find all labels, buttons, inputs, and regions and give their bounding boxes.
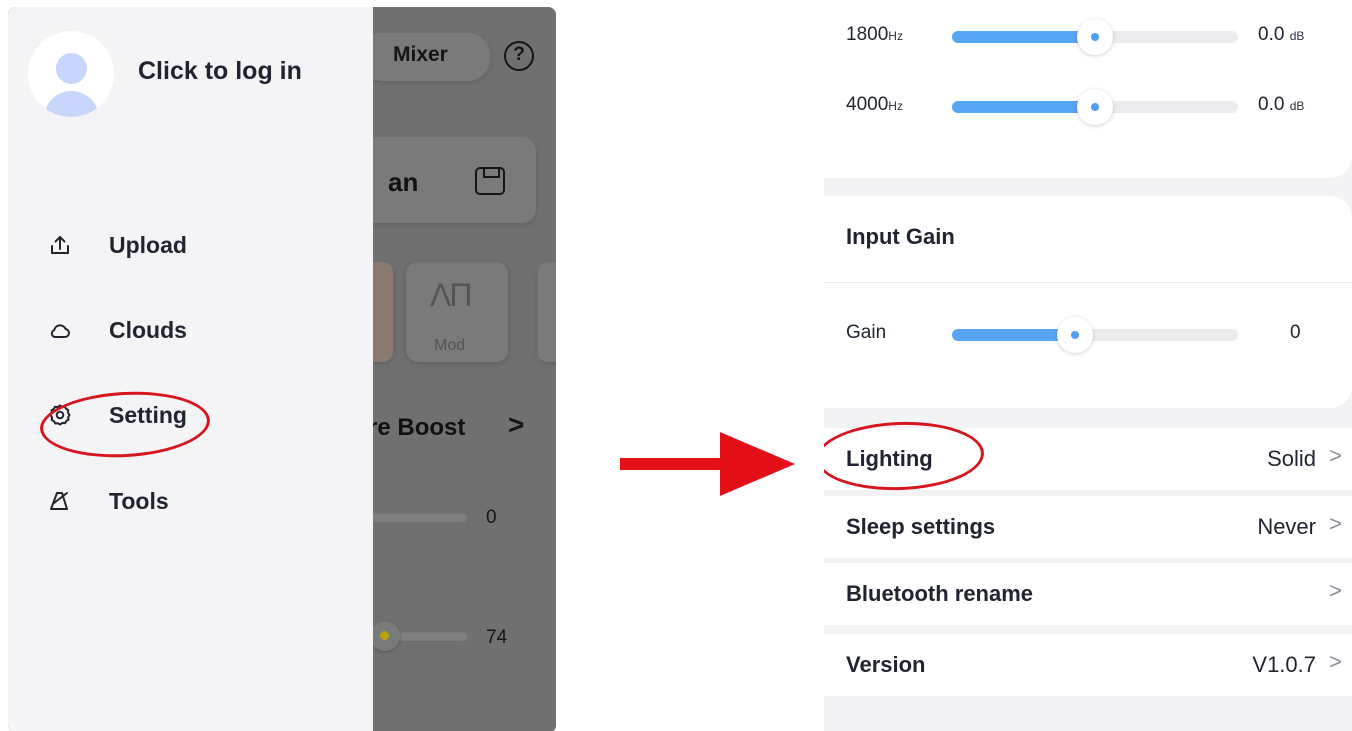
row-label: Bluetooth rename	[846, 581, 1034, 606]
side-drawer: Click to log in Upload Clouds Setting To…	[8, 7, 373, 731]
help-icon[interactable]: ?	[504, 41, 534, 71]
left-phone-screen: Mixer ? an ΛΠ Mod re Boost > 0 74 Click …	[8, 7, 556, 731]
row-label: Version	[846, 652, 926, 677]
gain-slider[interactable]	[952, 317, 1238, 353]
settings-row-version[interactable]: Version V1.0.7 >	[824, 634, 1352, 696]
menu-item-label: Clouds	[109, 316, 187, 343]
slider-knob[interactable]	[1077, 89, 1113, 125]
row-label: Lighting	[846, 446, 933, 471]
gain-label: Gain	[846, 322, 887, 343]
slider-knob[interactable]	[1077, 19, 1113, 55]
chevron-right-icon: >	[1329, 649, 1342, 674]
menu-item-setting[interactable]: Setting	[48, 395, 348, 435]
settings-row-bluetooth-rename[interactable]: Bluetooth rename >	[824, 563, 1352, 625]
avatar-body	[44, 91, 99, 117]
menu-item-tools[interactable]: Tools	[48, 481, 348, 521]
equalizer-card: 1800Hz 0.0 dB 4000Hz 0.0 dB	[824, 0, 1352, 178]
eq-band-row: 1800Hz 0.0 dB	[846, 18, 1336, 58]
chevron-right-icon: >	[1329, 511, 1342, 536]
avatar[interactable]	[28, 31, 114, 117]
eq-band-label: 1800Hz	[846, 24, 903, 45]
slider-fill	[952, 31, 1095, 43]
menu-item-label: Tools	[109, 487, 169, 514]
settings-row-sleep[interactable]: Sleep settings Never >	[824, 496, 1352, 558]
row-label: Sleep settings	[846, 514, 996, 539]
row-value: Never	[1257, 514, 1316, 539]
login-link[interactable]: Click to log in	[138, 57, 302, 86]
effect-tile-partial-right[interactable]	[538, 262, 556, 362]
eq-band-slider[interactable]	[952, 89, 1238, 125]
menu-item-label: Upload	[109, 231, 187, 258]
metronome-icon	[48, 489, 72, 513]
menu-item-label: Setting	[109, 401, 187, 428]
gain-value: 0	[1290, 322, 1301, 343]
preset-name-fragment: an	[388, 167, 419, 197]
effect-tile-mod-label: Mod	[434, 337, 466, 354]
eq-band-value: 0.0 dB	[1258, 24, 1305, 45]
input-gain-title: Input Gain	[846, 224, 955, 249]
divider	[824, 282, 1352, 283]
save-icon[interactable]	[475, 167, 505, 195]
chevron-right-icon: >	[1329, 443, 1342, 468]
upload-icon	[48, 233, 72, 257]
dimmed-slider-value: 74	[486, 627, 508, 648]
input-gain-card: Input Gain Gain 0	[824, 196, 1352, 408]
eq-band-value: 0.0 dB	[1258, 94, 1305, 115]
dimmed-slider-value: 0	[486, 507, 497, 528]
modulation-icon: ΛΠ	[430, 277, 473, 313]
row-value: Solid	[1267, 446, 1316, 471]
menu-item-clouds[interactable]: Clouds	[48, 310, 348, 350]
gain-row: Gain 0	[846, 316, 1336, 356]
menu-item-upload[interactable]: Upload	[48, 225, 348, 265]
right-phone-screen: 1800Hz 0.0 dB 4000Hz 0.0 dB Input Gain G…	[824, 0, 1352, 731]
mixer-label: Mixer	[393, 43, 448, 66]
eq-band-label: 4000Hz	[846, 94, 903, 115]
settings-row-lighting[interactable]: Lighting Solid >	[824, 428, 1352, 490]
eq-band-row: 4000Hz 0.0 dB	[846, 88, 1336, 128]
boost-title-fragment: re Boost	[368, 414, 466, 441]
slider-fill	[952, 101, 1095, 113]
eq-band-slider[interactable]	[952, 19, 1238, 55]
dimmed-slider-knob[interactable]	[370, 621, 400, 651]
avatar-head	[56, 53, 87, 84]
slider-knob[interactable]	[1057, 317, 1093, 353]
chevron-right-icon: >	[1329, 578, 1342, 603]
dimmed-slider-track[interactable]	[370, 512, 468, 522]
chevron-right-icon[interactable]: >	[508, 409, 524, 441]
arrow-right-icon	[620, 432, 795, 496]
cloud-icon	[48, 318, 72, 342]
gear-icon	[48, 403, 72, 427]
row-value: V1.0.7	[1252, 652, 1316, 677]
